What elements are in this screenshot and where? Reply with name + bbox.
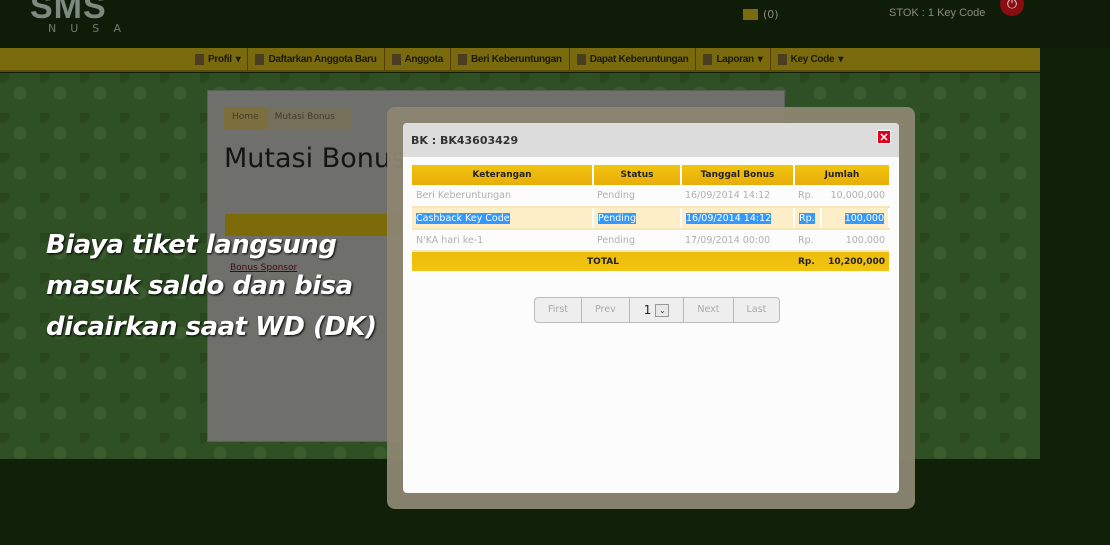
cell-keterangan: N'KA hari ke-1 [412,229,593,252]
col-status: Status [593,165,682,185]
pager-prev[interactable]: Prev [582,298,630,322]
cell-currency: Rp. [794,229,821,252]
breadcrumb: Home Mutasi Bonus [224,107,351,130]
caption-line: Biaya tiket langsung [46,230,337,260]
nav-laporan[interactable]: Laporan ▾ [696,48,771,70]
col-tanggal: Tanggal Bonus [681,165,795,185]
give-icon [457,53,467,65]
col-jumlah: Jumlah [794,165,889,185]
nav-profil[interactable]: Profil ▾ [188,48,249,70]
cell-keterangan: Beri Keberuntungan [412,185,593,208]
mail-icon [743,9,758,20]
cell-tanggal: 16/09/2014 14:12 [681,185,794,208]
caret-down-icon: ▾ [235,53,241,65]
power-icon[interactable]: ⏻ [1000,0,1024,16]
nav-label: Beri Keberuntungan [470,53,562,65]
nav-dapat-keberuntungan[interactable]: Dapat Keberuntungan [570,48,697,70]
cell-tanggal: 16/09/2014 14:12 [681,207,795,230]
caption-line: masuk saldo dan bisa [46,271,353,301]
cell-jumlah: 100,000 [820,229,889,252]
table-row-selected: Cashback Key Code Pending 16/09/2014 14:… [412,207,891,230]
total-currency: Rp. [794,251,821,271]
main-nav: Profil ▾ Daftarkan Anggota Baru Anggota B… [0,48,1040,72]
nav-label: Laporan [716,53,754,65]
modal-header: BK : BK43603429 ✕ [403,123,899,157]
breadcrumb-current: Mutasi Bonus [266,107,351,130]
cell-jumlah: 100,000 [820,207,891,230]
cell-keterangan: Cashback Key Code [412,207,594,230]
nav-label: Key Code [790,53,835,65]
card-icon [777,53,787,65]
table-header: Keterangan Status Tanggal Bonus Jumlah [412,165,889,185]
receive-icon [576,53,586,65]
cell-tanggal: 17/09/2014 00:00 [681,229,794,252]
nav-daftarkan-anggota-baru[interactable]: Daftarkan Anggota Baru [248,48,385,70]
pager-last[interactable]: Last [734,298,780,322]
table-row: Beri Keberuntungan Pending 16/09/2014 14… [412,185,889,208]
total-label: TOTAL [412,251,794,271]
cell-text: Rp. [799,212,815,224]
nav-label: Profil [207,53,232,65]
table-row: N'KA hari ke-1 Pending 17/09/2014 00:00 … [412,229,889,252]
caption-line: dicairkan saat WD (DK) [46,312,377,342]
messages-link[interactable]: (0) [743,8,779,21]
cell-text: Cashback Key Code [416,212,510,224]
modal-title: BK : BK43603429 [411,134,519,147]
cell-status: Pending [593,185,681,208]
cell-jumlah: 10,000,000 [820,185,889,208]
close-icon[interactable]: ✕ [877,130,891,144]
stock-label: STOK : 1 Key Code [889,7,986,19]
caret-down-icon: ▾ [757,53,763,65]
cell-text: 16/09/2014 14:12 [686,212,772,224]
page-number: 1 [643,303,652,317]
nav-label: Dapat Keberuntungan [589,53,689,65]
total-row: TOTAL Rp. 10,200,000 [412,251,889,271]
caption: Biaya tiket langsung masuk saldo dan bis… [46,225,377,348]
cell-currency: Rp. [794,185,821,208]
breadcrumb-home[interactable]: Home [224,107,267,130]
page-select[interactable]: 1 ⌄ [630,298,685,322]
cell-text: Pending [598,212,636,224]
chevron-down-icon[interactable]: ⌄ [655,303,670,317]
user-icon [194,53,204,65]
bonus-detail-modal: BK : BK43603429 ✕ Keterangan Status Tang… [403,123,899,493]
add-user-icon [255,53,265,65]
nav-key-code[interactable]: Key Code ▾ [771,48,850,70]
cell-text: 100,000 [844,212,884,224]
list-icon [391,53,401,65]
report-icon [703,53,713,65]
nav-beri-keberuntungan[interactable]: Beri Keberuntungan [451,48,570,70]
pagination: First Prev 1 ⌄ Next Last [534,297,781,323]
cell-currency: Rp. [794,207,822,230]
page-title: Mutasi Bonus [224,143,406,174]
pager-next[interactable]: Next [684,298,734,322]
cell-status: Pending [593,207,682,230]
nav-anggota[interactable]: Anggota [385,48,451,70]
pager-first[interactable]: First [535,298,582,322]
header: SMS NUSA (0) STOK : 1 Key Code ⏻ [0,0,1110,48]
total-value: 10,200,000 [820,251,889,271]
nav-label: Anggota [404,53,444,65]
nav-label: Daftarkan Anggota Baru [268,53,377,65]
col-keterangan: Keterangan [412,165,594,185]
cell-status: Pending [593,229,681,252]
mail-count: (0) [763,8,779,21]
caret-down-icon: ▾ [838,53,843,65]
bonus-table: Keterangan Status Tanggal Bonus Jumlah B… [412,165,891,271]
logo-subtitle: NUSA [48,22,135,35]
